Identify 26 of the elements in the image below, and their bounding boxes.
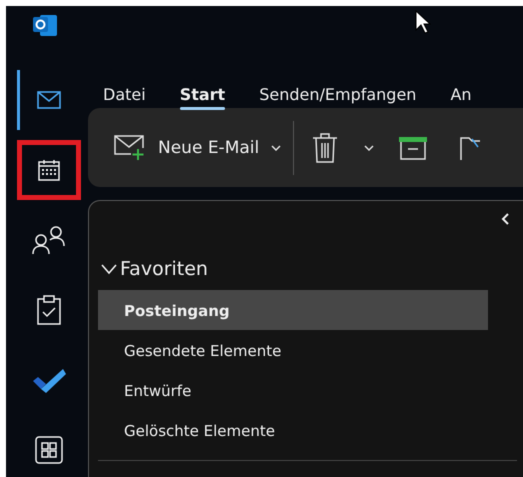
apps-grid-icon — [34, 436, 62, 464]
checkmark-icon — [32, 366, 66, 394]
folder-item[interactable]: Entwürfe — [98, 370, 488, 410]
move-folder-icon[interactable] — [460, 134, 480, 160]
chevron-down-icon[interactable] — [364, 144, 374, 150]
chevron-down-icon — [271, 144, 282, 150]
ribbon-tab[interactable]: Senden/Empfangen — [259, 72, 416, 109]
favorites-header[interactable]: Favoriten — [98, 258, 208, 280]
ribbon-tab[interactable]: An — [450, 72, 472, 109]
folder-item[interactable]: Gelöschte Elemente — [98, 410, 488, 450]
calendar-icon — [38, 159, 60, 181]
folder-item[interactable]: Gesendete Elemente — [98, 330, 488, 370]
archive-icon[interactable] — [398, 136, 428, 160]
new-mail-button[interactable]: Neue E-Mail — [114, 134, 282, 160]
collapse-chevron-icon[interactable] — [501, 213, 509, 225]
new-mail-icon — [114, 134, 146, 160]
ribbon-tab[interactable]: Datei — [103, 72, 146, 109]
folder-item[interactable]: Posteingang — [98, 290, 488, 330]
people-icon — [32, 225, 66, 255]
mail-icon — [36, 91, 60, 109]
mouse-pointer-icon — [415, 10, 431, 34]
ribbon-tab[interactable]: Start — [180, 72, 226, 109]
app-logo-icon — [32, 12, 58, 38]
chevron-down-icon — [100, 263, 118, 275]
trash-icon[interactable] — [312, 132, 338, 162]
clipboard-check-icon — [36, 295, 60, 325]
